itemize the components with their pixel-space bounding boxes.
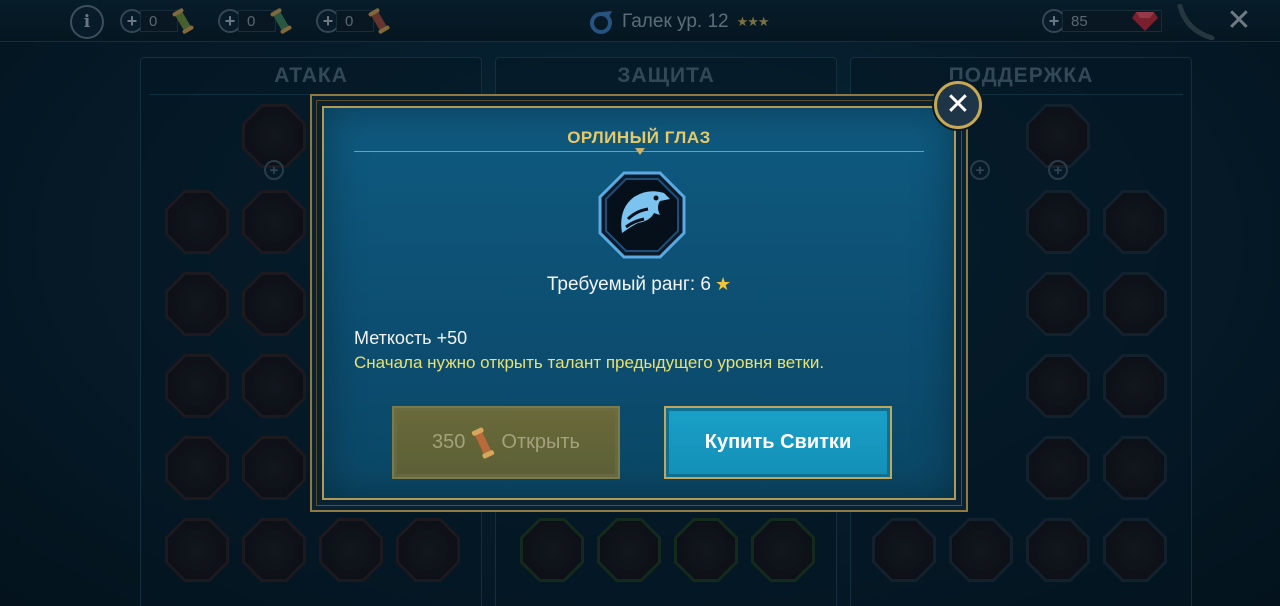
talent-requirement-warning: Сначала нужно открыть талант предыдущего… [354, 353, 825, 372]
eagle-icon [598, 171, 686, 259]
open-talent-button[interactable]: 350 Открыть [392, 406, 620, 479]
open-label: Открыть [501, 431, 580, 453]
scroll-icon [472, 427, 495, 458]
talent-dialog: ОРЛИНЫЙ ГЛАЗ Требуемый ранг: 6 ★ Меткость… [322, 106, 956, 500]
buy-scrolls-button[interactable]: Купить Свитки [664, 406, 892, 479]
talent-title: ОРЛИНЫЙ ГЛАЗ [567, 128, 711, 147]
required-rank-label: Требуемый ранг: 6 [546, 274, 711, 295]
open-cost: 350 [432, 431, 466, 453]
required-rank: Требуемый ранг: 6 ★ [324, 274, 954, 296]
star-icon: ★ [714, 274, 732, 294]
close-dialog-icon[interactable]: ✕ [934, 81, 982, 129]
talent-bonus: Меткость +50 [354, 328, 468, 348]
